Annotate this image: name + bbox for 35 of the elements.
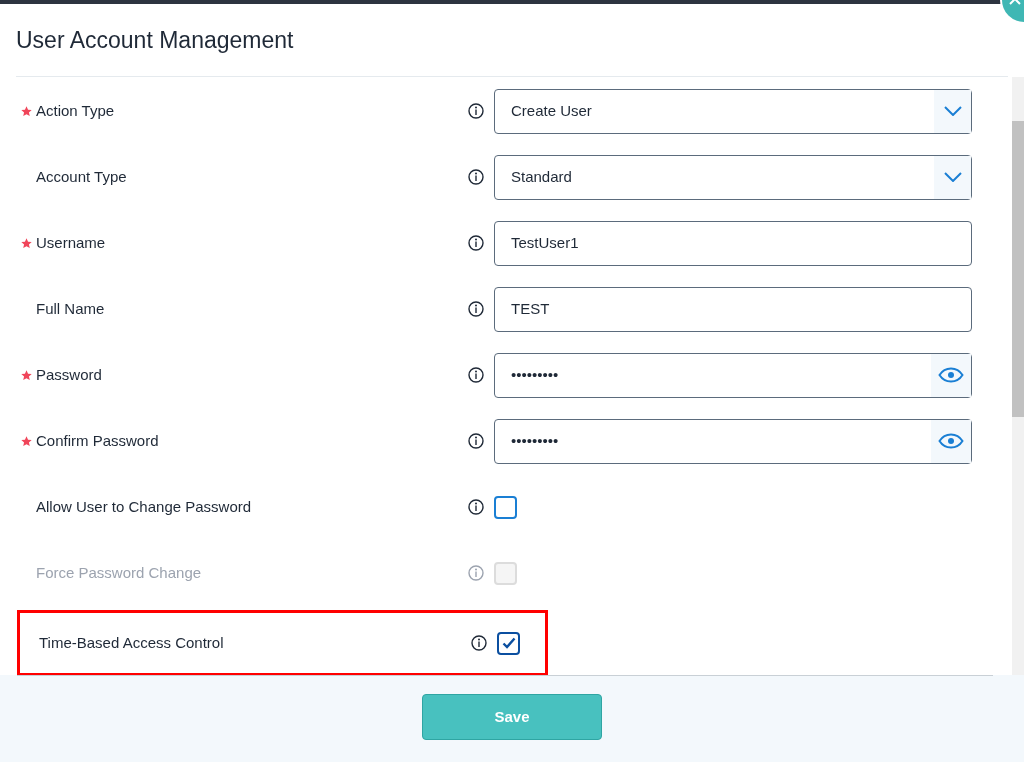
- password-field[interactable]: •••••••••: [494, 418, 972, 464]
- info-icon: [468, 499, 484, 515]
- select-field[interactable]: Create User: [494, 88, 972, 134]
- scrollbar[interactable]: [1012, 77, 1024, 675]
- dialog-title: User Account Management: [16, 25, 294, 55]
- select-field[interactable]: Standard: [494, 154, 972, 200]
- info-icon: [468, 565, 484, 581]
- field-label: Confirm Password: [36, 430, 160, 451]
- input-field[interactable]: TEST: [494, 286, 972, 332]
- eye-icon[interactable]: [938, 367, 964, 383]
- field-label: Full Name: [36, 298, 106, 319]
- field-label: Password: [36, 364, 103, 385]
- select-value: Create User: [510, 100, 593, 121]
- input-field[interactable]: TestUser1: [494, 220, 972, 266]
- info-icon: [468, 235, 484, 251]
- field-label: Force Password Change: [36, 562, 203, 583]
- field-label: Allow User to Change Password: [36, 496, 253, 517]
- field-label: Action Type: [36, 100, 116, 121]
- info-icon: [471, 635, 487, 651]
- eye-icon[interactable]: [938, 433, 964, 449]
- info-icon: [468, 433, 484, 449]
- field-label: Account Type: [36, 166, 128, 187]
- info-icon: [468, 169, 484, 185]
- password-field[interactable]: •••••••••: [494, 352, 972, 398]
- info-icon: [468, 367, 484, 383]
- checkmark-icon: [501, 637, 516, 649]
- chevron-down-icon: [943, 106, 962, 116]
- field-label: Time-Based Access Control: [39, 632, 225, 653]
- info-icon: [468, 103, 484, 119]
- checkbox[interactable]: [497, 631, 520, 655]
- select-value: Standard: [510, 166, 573, 187]
- info-icon: [468, 301, 484, 317]
- field-label: Username: [36, 232, 107, 253]
- chevron-down-icon: [943, 172, 962, 182]
- checkbox[interactable]: [494, 495, 517, 519]
